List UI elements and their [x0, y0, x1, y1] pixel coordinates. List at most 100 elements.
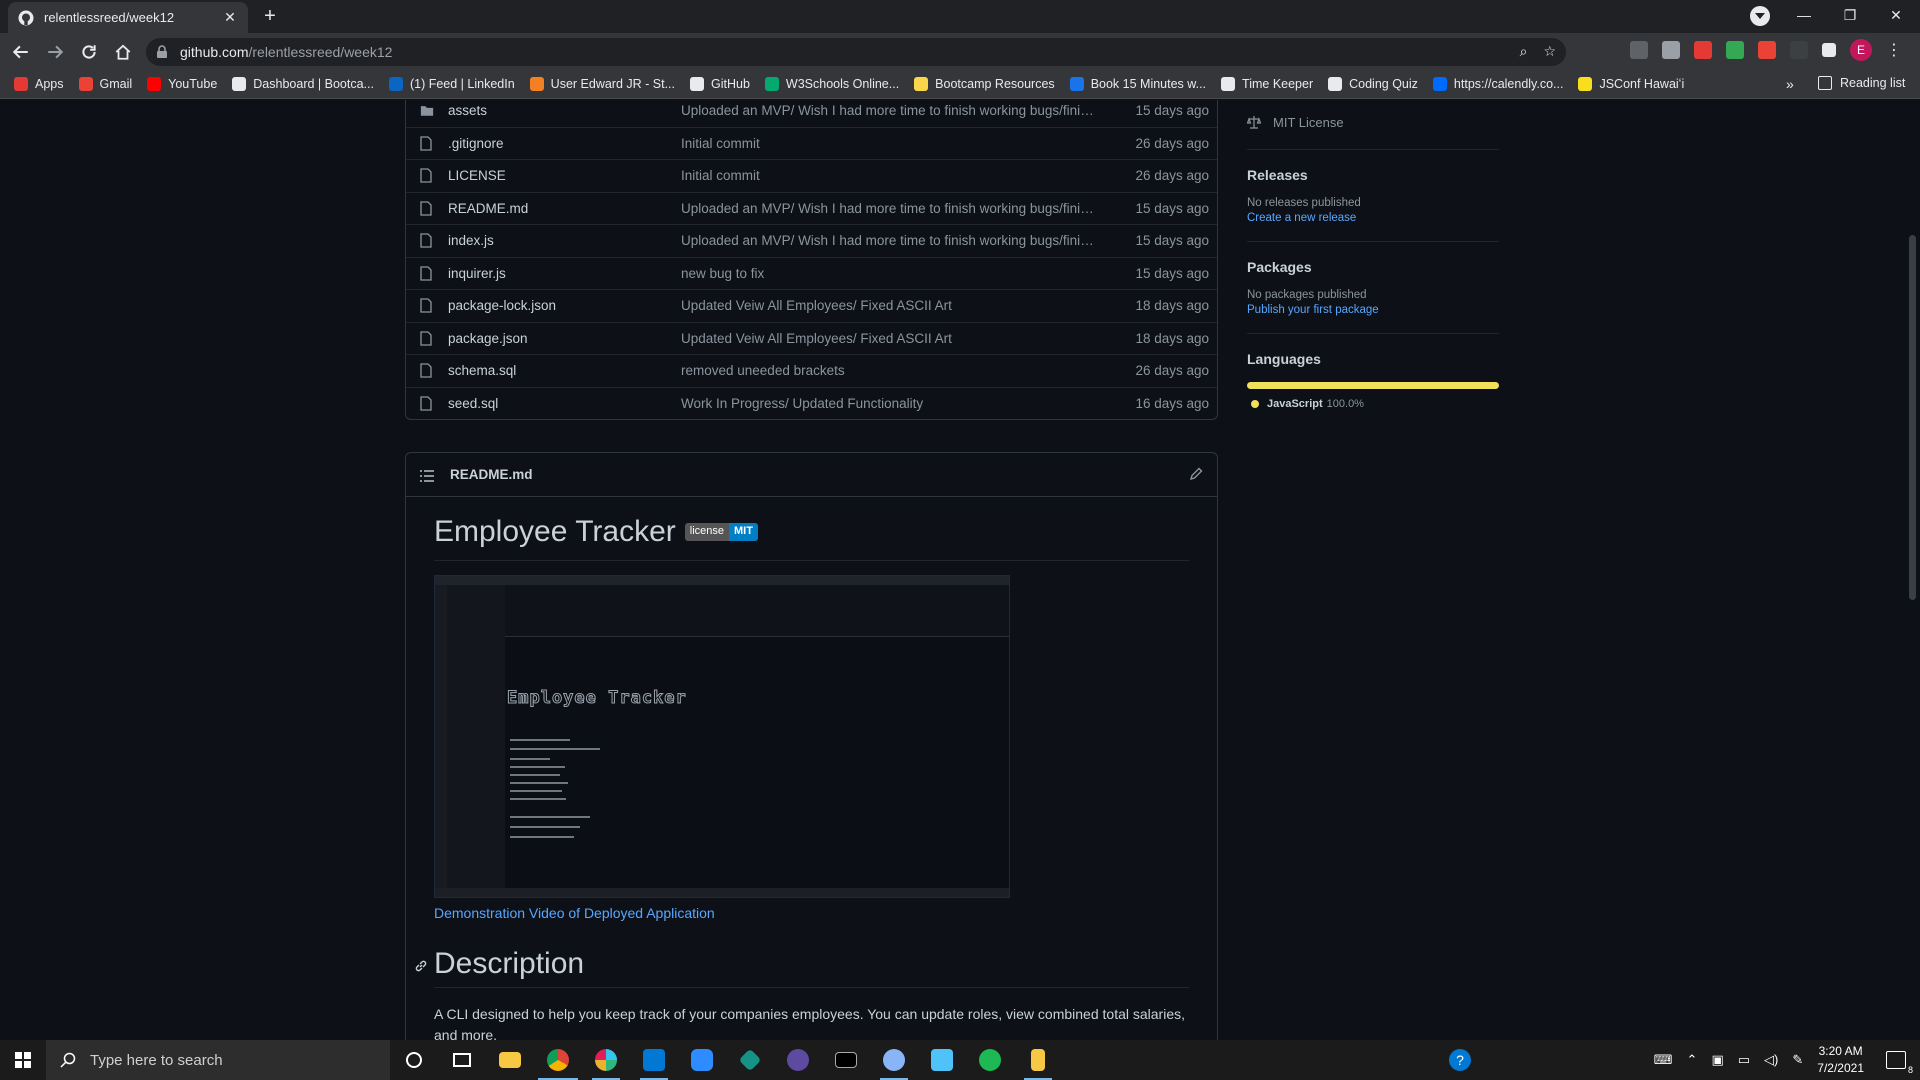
file-name-link[interactable]: .gitignore [448, 136, 681, 151]
releases-heading[interactable]: Releases [1247, 167, 1499, 183]
pen-extension-icon[interactable] [1662, 41, 1680, 59]
bookmark-item[interactable]: JSConf Hawaiʻi [1578, 77, 1684, 91]
pencil-icon[interactable] [1189, 467, 1203, 481]
cortana-icon[interactable] [390, 1040, 438, 1080]
demo-video-link[interactable]: Demonstration Video of Deployed Applicat… [434, 905, 1189, 921]
forward-button[interactable] [42, 39, 68, 65]
reading-list-button[interactable]: Reading list [1818, 76, 1905, 90]
palette-extension-icon[interactable] [1726, 41, 1744, 59]
bookmark-label: User Edward JR - St... [550, 77, 676, 91]
publish-package-link[interactable]: Publish your first package [1247, 304, 1499, 316]
start-button[interactable] [0, 1040, 46, 1080]
gitkraken-icon[interactable] [726, 1040, 774, 1080]
file-name-link[interactable]: schema.sql [448, 363, 681, 378]
bookmark-favicon-icon [764, 77, 779, 91]
link-anchor-icon[interactable] [414, 959, 428, 973]
commit-message-link[interactable]: Initial commit [681, 136, 1099, 151]
menu-kebab-icon[interactable]: ⋮ [1886, 40, 1902, 60]
eclipse-icon[interactable] [774, 1040, 822, 1080]
file-name-link[interactable]: assets [448, 103, 681, 118]
browser-tab[interactable]: relentlessreed/week12 ✕ [8, 2, 248, 33]
commit-message-link[interactable]: Initial commit [681, 168, 1099, 183]
commit-message-link[interactable]: Updated Veiw All Employees/ Fixed ASCII … [681, 298, 1099, 313]
page-scrollbar[interactable] [1905, 100, 1920, 1040]
commit-message-link[interactable]: Uploaded an MVP/ Wish I had more time to… [681, 201, 1099, 216]
bookmark-item[interactable]: Gmail [78, 77, 132, 91]
file-name-link[interactable]: LICENSE [448, 168, 681, 183]
back-button[interactable] [8, 39, 34, 65]
commit-message-link[interactable]: new bug to fix [681, 266, 1099, 281]
more-bookmarks-icon[interactable]: » [1786, 76, 1794, 92]
pen-icon[interactable]: ✎ [1792, 1052, 1803, 1068]
list-icon[interactable] [420, 469, 434, 482]
bookmark-item[interactable]: Time Keeper [1221, 77, 1313, 91]
task-view-icon[interactable] [438, 1040, 486, 1080]
notification-center-icon[interactable]: 8 [1886, 1051, 1913, 1075]
minimize-button[interactable]: — [1781, 0, 1827, 30]
zoom-icon[interactable]: ⌕ [1520, 43, 1528, 60]
help-icon[interactable]: ? [1436, 1040, 1484, 1080]
sticky-notes-icon[interactable] [1014, 1040, 1062, 1080]
vscode-icon[interactable] [630, 1040, 678, 1080]
taskbar-clock[interactable]: 3:20 AM 7/2/2021 [1817, 1043, 1864, 1077]
tab-search-icon[interactable] [1750, 6, 1770, 26]
new-tab-button[interactable]: + [258, 6, 282, 28]
close-window-button[interactable]: ✕ [1873, 0, 1919, 30]
close-tab-icon[interactable]: ✕ [222, 9, 238, 26]
volume-icon[interactable]: ◁) [1764, 1052, 1778, 1068]
extension-icon[interactable] [1630, 41, 1648, 59]
file-explorer-icon[interactable] [486, 1040, 534, 1080]
bookmark-item[interactable]: https://calendly.co... [1432, 77, 1563, 91]
file-name-link[interactable]: seed.sql [448, 396, 681, 411]
bookmark-item[interactable]: Book 15 Minutes w... [1069, 77, 1206, 91]
bookmark-item[interactable]: Dashboard | Bootca... [232, 77, 374, 91]
readme-filename[interactable]: README.md [450, 467, 533, 482]
commit-message-link[interactable]: Updated Veiw All Employees/ Fixed ASCII … [681, 331, 1099, 346]
bookmark-item[interactable]: YouTube [147, 77, 217, 91]
network-icon[interactable]: ▭ [1738, 1052, 1750, 1068]
extension-icon[interactable] [1790, 41, 1808, 59]
bookmark-item[interactable]: (1) Feed | LinkedIn [388, 77, 515, 91]
commit-message-link[interactable]: Work In Progress/ Updated Functionality [681, 396, 1099, 411]
bookmark-star-icon[interactable]: ☆ [1543, 43, 1556, 60]
scrollbar-thumb[interactable] [1909, 235, 1916, 600]
create-release-link[interactable]: Create a new release [1247, 212, 1499, 224]
bookmark-item[interactable]: Apps [14, 77, 64, 91]
taskbar-search[interactable]: Type here to search [46, 1040, 390, 1080]
bookmark-item[interactable]: Coding Quiz [1328, 77, 1418, 91]
puzzle-icon[interactable] [1822, 43, 1836, 57]
license-badge[interactable]: license MIT [684, 522, 758, 541]
language-item[interactable]: JavaScript 100.0% [1247, 398, 1499, 410]
arrow-extension-icon[interactable] [1758, 41, 1776, 59]
show-hidden-icons-icon[interactable]: ⌃ [1687, 1052, 1698, 1068]
color-extension-icon[interactable] [1694, 41, 1712, 59]
file-name-link[interactable]: inquirer.js [448, 266, 681, 281]
file-name-link[interactable]: package.json [448, 331, 681, 346]
file-name-link[interactable]: README.md [448, 201, 681, 216]
address-bar[interactable]: github.com/relentlessreed/week12 ⌕ ☆ [146, 38, 1566, 66]
paint-icon[interactable] [870, 1040, 918, 1080]
notepad-icon[interactable] [918, 1040, 966, 1080]
bookmark-item[interactable]: User Edward JR - St... [529, 77, 676, 91]
packages-heading[interactable]: Packages [1247, 259, 1499, 275]
zoom-icon[interactable] [678, 1040, 726, 1080]
license-link[interactable]: MIT License [1246, 111, 1499, 133]
spotify-icon[interactable] [966, 1040, 1014, 1080]
bookmark-item[interactable]: W3Schools Online... [764, 77, 899, 91]
file-name-link[interactable]: package-lock.json [448, 298, 681, 313]
file-name-link[interactable]: index.js [448, 233, 681, 248]
terminal-icon[interactable] [822, 1040, 870, 1080]
home-button[interactable] [110, 39, 136, 65]
chrome-icon[interactable] [534, 1040, 582, 1080]
commit-message-link[interactable]: removed uneeded brackets [681, 363, 1099, 378]
bookmark-item[interactable]: GitHub [690, 77, 750, 91]
keyboard-icon[interactable]: ⌨ [1654, 1052, 1673, 1068]
slack-icon[interactable] [582, 1040, 630, 1080]
bookmark-item[interactable]: Bootcamp Resources [914, 77, 1055, 91]
commit-message-link[interactable]: Uploaded an MVP/ Wish I had more time to… [681, 103, 1099, 118]
restore-button[interactable]: ❐ [1827, 0, 1873, 30]
commit-message-link[interactable]: Uploaded an MVP/ Wish I had more time to… [681, 233, 1099, 248]
avatar[interactable]: E [1850, 39, 1872, 61]
meet-now-icon[interactable]: ▣ [1711, 1052, 1723, 1068]
reload-button[interactable] [76, 39, 102, 65]
